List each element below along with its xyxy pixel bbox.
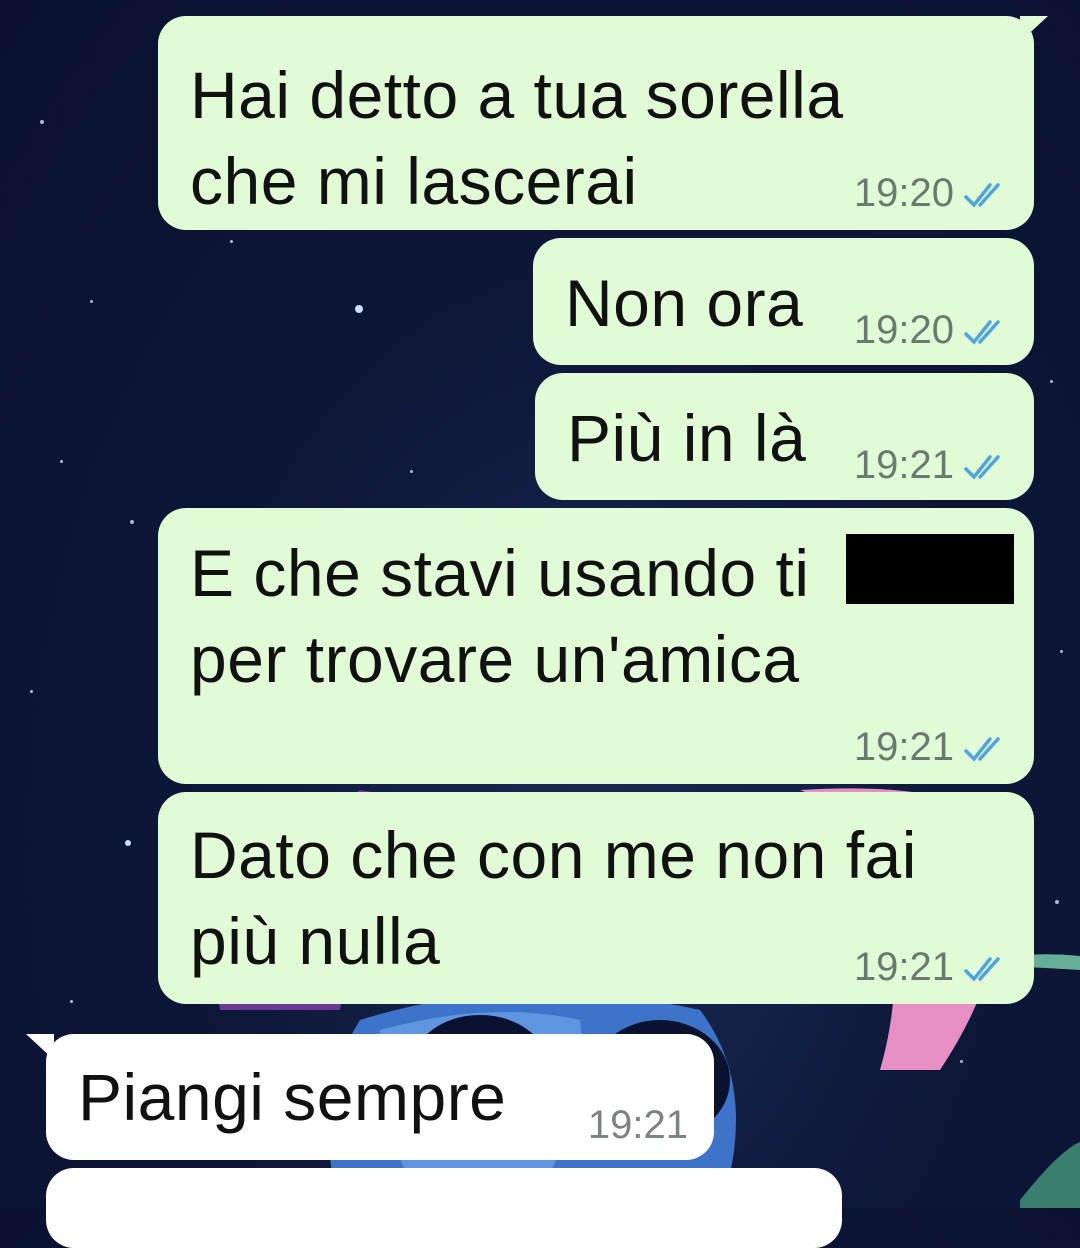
- star-decoration: [355, 305, 363, 313]
- star-decoration: [90, 300, 93, 303]
- double-check-read-icon: [964, 182, 1000, 208]
- message-line: per trovare un'amica: [190, 622, 800, 696]
- message-time: 19:21: [587, 1103, 688, 1147]
- message-bubble-incoming[interactable]: Piangi sempre 19:21: [46, 1034, 714, 1160]
- message-time: 19:21: [853, 945, 954, 989]
- message-line: Dato che con me non fai: [190, 818, 917, 892]
- message-text: E che stavi usando ti per trovare un'ami…: [190, 530, 810, 702]
- star-decoration: [130, 520, 134, 524]
- message-meta: 19:20: [854, 308, 1008, 353]
- star-decoration: [125, 840, 131, 846]
- star-decoration: [70, 1000, 73, 1003]
- message-bubble-outgoing[interactable]: Più in là 19:21: [535, 373, 1034, 500]
- star-decoration: [40, 120, 44, 124]
- message-text: Dato che con me non fai più nulla: [190, 812, 917, 984]
- message-line: Piangi sempre: [78, 1060, 507, 1134]
- message-text: Piangi sempre: [78, 1054, 506, 1140]
- message-line: più nulla: [190, 904, 441, 978]
- message-bubble-outgoing[interactable]: Dato che con me non fai più nulla 19:21: [158, 792, 1034, 1004]
- message-line: E che stavi usando ti: [190, 536, 810, 610]
- star-decoration: [410, 470, 413, 473]
- message-bubble-incoming-partial[interactable]: [46, 1168, 842, 1248]
- message-line: Non ora: [565, 266, 804, 340]
- message-time: 19:21: [853, 725, 954, 769]
- message-time: 19:20: [853, 171, 954, 215]
- redaction-block: [846, 534, 1014, 604]
- message-meta: 19:21: [854, 945, 1008, 990]
- message-line: Hai detto a tua sorella: [190, 58, 844, 132]
- bubble-tail: [1020, 16, 1048, 42]
- message-text: Hai detto a tua sorella che mi lascerai: [190, 52, 844, 224]
- message-meta: 19:21: [854, 725, 1008, 770]
- star-decoration: [1060, 650, 1063, 653]
- star-decoration: [1050, 380, 1053, 383]
- message-bubble-outgoing[interactable]: Hai detto a tua sorella che mi lascerai …: [158, 16, 1034, 230]
- double-check-read-icon: [964, 736, 1000, 762]
- message-meta: 19:21: [854, 443, 1008, 488]
- message-text: Più in là: [567, 395, 806, 481]
- double-check-read-icon: [964, 454, 1000, 480]
- message-time: 19:20: [853, 308, 954, 352]
- message-meta: 19:20: [854, 171, 1008, 216]
- message-line: che mi lascerai: [190, 144, 638, 218]
- star-decoration: [30, 690, 33, 693]
- double-check-read-icon: [964, 956, 1000, 982]
- double-check-read-icon: [964, 319, 1000, 345]
- message-time: 19:21: [853, 443, 954, 487]
- message-text: Non ora: [565, 260, 803, 346]
- star-decoration: [60, 460, 63, 463]
- message-meta: 19:21: [588, 1103, 688, 1148]
- star-decoration: [230, 240, 233, 243]
- message-line: Più in là: [567, 401, 807, 475]
- message-bubble-outgoing[interactable]: Non ora 19:20: [533, 238, 1034, 365]
- message-bubble-outgoing[interactable]: E che stavi usando ti per trovare un'ami…: [158, 508, 1034, 784]
